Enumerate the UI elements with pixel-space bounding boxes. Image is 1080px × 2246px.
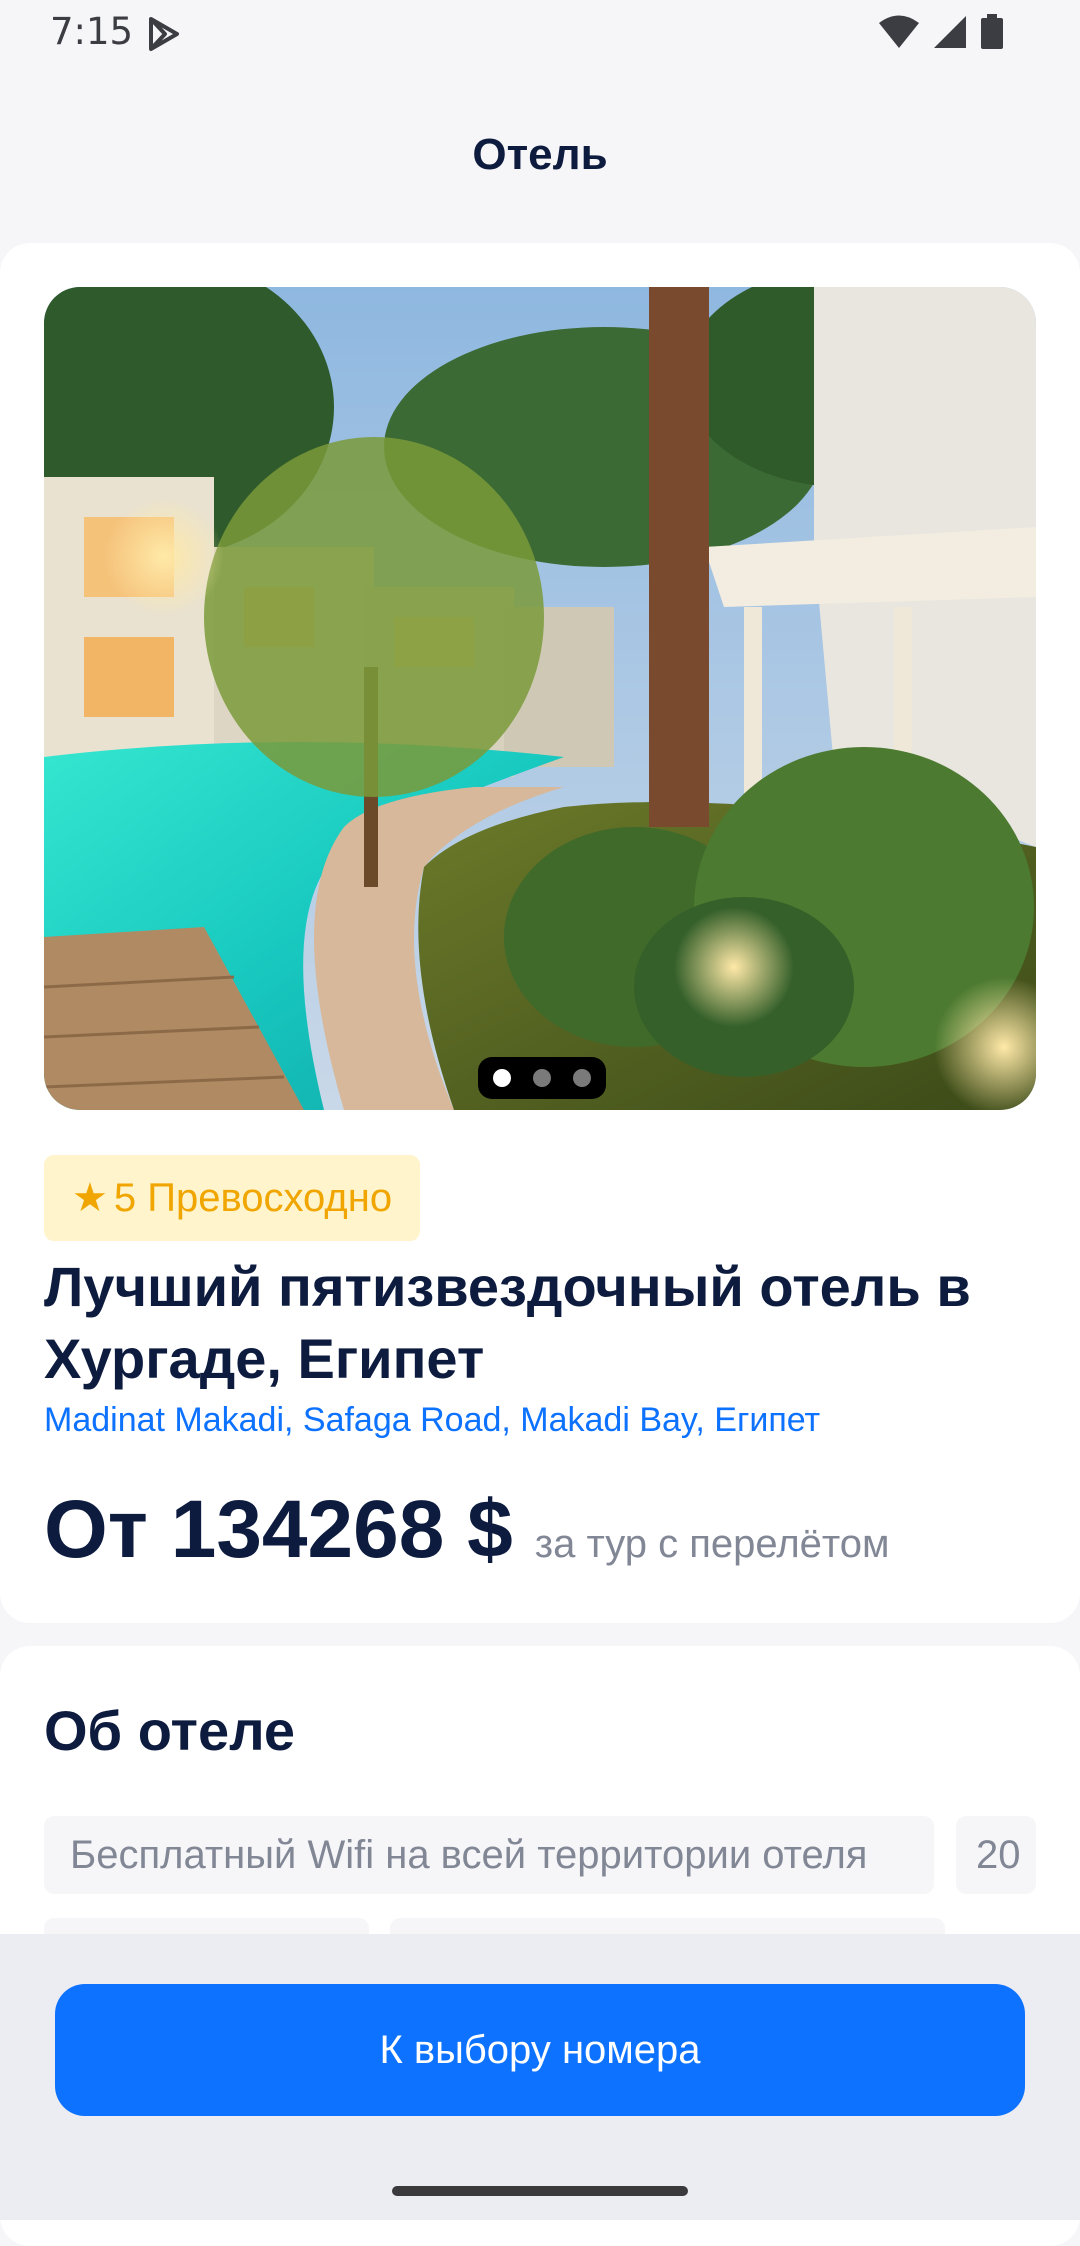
- hotel-image-carousel[interactable]: [44, 287, 1036, 1110]
- bottom-action-bar: К выбору номера: [0, 1934, 1080, 2220]
- status-bar: 7:15: [0, 0, 1080, 66]
- app-header: Отель: [0, 66, 1080, 242]
- hotel-name: Лучший пятизвездочный отель в Хургаде, Е…: [44, 1255, 971, 1390]
- battery-icon: [981, 14, 1003, 49]
- carousel-dot[interactable]: [573, 1069, 591, 1087]
- carousel-indicator: [478, 1057, 606, 1099]
- wifi-icon: [879, 15, 919, 48]
- hotel-photo: [44, 287, 1036, 1110]
- star-icon: ★: [72, 1176, 108, 1220]
- peculiarity-chip: Бесплатный Wifi на всей территории отеля: [44, 1816, 934, 1894]
- status-time: 7:15: [50, 10, 134, 53]
- price-row: От 134268 $ за тур с перелётом: [44, 1483, 890, 1577]
- home-indicator[interactable]: [392, 2186, 688, 2196]
- play-store-icon: [149, 17, 179, 51]
- choose-room-button[interactable]: К выбору номера: [55, 1984, 1025, 2116]
- carousel-dot[interactable]: [533, 1069, 551, 1087]
- hotel-card: ★ 5 Превосходно Лучший пятизвездочный от…: [0, 243, 1080, 1623]
- about-title: Об отеле: [44, 1699, 296, 1762]
- page-title: Отель: [472, 130, 608, 179]
- carousel-dot-active[interactable]: [493, 1069, 511, 1087]
- status-icons: [878, 14, 1004, 50]
- hotel-address-link[interactable]: Madinat Makadi, Safaga Road, Makadi Bay,…: [44, 1401, 820, 1440]
- price: От 134268 $: [44, 1484, 513, 1575]
- signal-icon: [934, 16, 966, 48]
- rating-label: 5 Превосходно: [113, 1175, 393, 1220]
- rating-badge: ★ 5 Превосходно: [44, 1155, 421, 1241]
- price-note: за тур с перелётом: [534, 1522, 890, 1566]
- peculiarity-chip: 20: [956, 1816, 1036, 1894]
